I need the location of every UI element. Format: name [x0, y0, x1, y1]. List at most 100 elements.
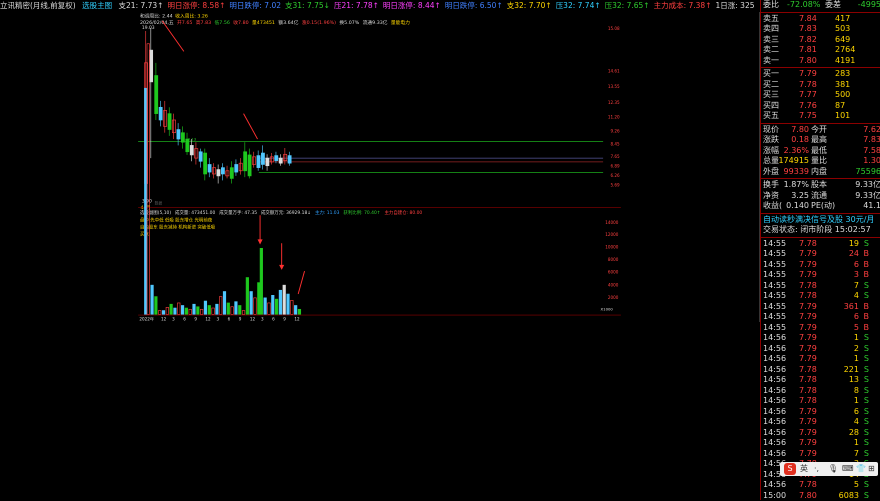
x-axis-tick: 12 [161, 317, 167, 322]
volume-bar [298, 309, 301, 314]
punct-icon[interactable]: ·, [814, 462, 819, 476]
volume-bar [264, 298, 267, 315]
quote-stat: 外盘99339内盘75596 [761, 167, 880, 178]
volume-axis-label: 12000 [605, 232, 618, 237]
quote-stat: 换手1.87%股本9.33亿 [761, 180, 880, 191]
candle-body [190, 145, 193, 155]
indicator-value: 支32: 7.70↑ [507, 1, 552, 10]
tick-row: 14:567.794S [761, 417, 880, 428]
tick-row: 14:557.79361B [761, 302, 880, 313]
volume-bar [158, 311, 161, 315]
ime-logo-icon[interactable]: S [784, 463, 796, 475]
ime-toolbar[interactable]: S 英 ·, 🎙 ⌨ 👕 ⊞ [780, 462, 878, 476]
shirt-icon[interactable]: 👕 [856, 462, 866, 476]
indicator-value: 明日跌停: 6.50↑ [445, 1, 503, 10]
tick-row: 14:567.7928S [761, 428, 880, 439]
volume-bar [260, 248, 263, 314]
quote-stat: 涨跌0.18最高7.83 [761, 135, 880, 146]
quote-stat: 总量174915量比1.30 [761, 156, 880, 167]
volume-bar [287, 294, 290, 314]
volume-bar [193, 304, 196, 314]
candle-body [257, 156, 260, 168]
x-axis-tick: 9 [194, 317, 197, 322]
candle-body [244, 152, 247, 171]
keyboard-icon[interactable]: ⌨ [842, 462, 854, 476]
candle-body [230, 168, 233, 179]
tick-row: 14:557.796B [761, 312, 880, 323]
volume-bar [258, 283, 261, 315]
volume-bar [181, 305, 184, 314]
ask-row: 卖四7.83503 [761, 24, 880, 35]
ime-lang[interactable]: 英 [800, 462, 808, 476]
grid-icon[interactable]: ⊞ [868, 462, 875, 476]
volume-bar [174, 308, 177, 314]
volume-bar [212, 308, 215, 314]
tick-row: 15:007.806083S [761, 491, 880, 501]
quote-stat: 现价7.80今开7.62 [761, 125, 880, 136]
bid-row: 买五7.75101 [761, 111, 880, 122]
volume-bar [279, 290, 282, 314]
bid-row: 买三7.77500 [761, 90, 880, 101]
bid-row: 买二7.78381 [761, 80, 880, 91]
volume-bar [275, 299, 278, 314]
indicator-value: 压32: 7.65↑ [605, 1, 650, 10]
tick-row: 14:557.787S [761, 281, 880, 292]
ask-row: 卖二7.812764 [761, 45, 880, 56]
tick-row: 14:567.785S [761, 480, 880, 491]
candle-body [288, 156, 291, 164]
volume-bar [200, 309, 203, 314]
volume-axis-label: 8000 [608, 257, 619, 262]
volume-bar [155, 297, 158, 315]
stock-title[interactable]: 立讯精密(月线,前复权) [0, 1, 76, 10]
indicator-value: 明日跌停: 7.02 [229, 1, 281, 10]
indicator-value: 支31: 7.75↓ [285, 1, 330, 10]
tick-row: 14:567.7813S [761, 375, 880, 386]
volume-bar [268, 303, 271, 314]
price-axis-label: 11.20 [608, 115, 620, 120]
order-ratio: 委比-72.08%委差-4995 [761, 0, 880, 11]
volume-axis-label: 10000 [605, 244, 618, 249]
indicator-name[interactable]: 选股主图 [82, 1, 112, 10]
indicator-value: 明日涨停: 8.44↑ [383, 1, 441, 10]
price-axis-label: 8.45 [610, 141, 620, 146]
annotation-arrow [244, 114, 258, 139]
high-label: 19.03 [142, 25, 155, 31]
volume-axis-label: 4000 [608, 282, 619, 287]
x-axis-tick: 12 [205, 317, 211, 322]
bid-row: 买一7.79283 [761, 69, 880, 80]
ask-row: 卖一7.804191 [761, 56, 880, 67]
volume-bar [242, 311, 245, 315]
ask-row: 卖五7.84417 [761, 14, 880, 25]
candle-body [221, 168, 224, 174]
indicator-value: 压21: 7.78↑ [334, 1, 379, 10]
volume-bar [246, 278, 249, 315]
trading-status: 交易状态: 闭市阶段 15:02:57 [761, 225, 880, 236]
candle-body [226, 171, 229, 176]
candle-body [150, 50, 153, 82]
x-axis-tick: 9 [283, 317, 286, 322]
watermark: 数据 [155, 200, 163, 205]
notice-banner: 自动读秒满决信号及股 30元/月 [761, 215, 880, 226]
volume-bar [144, 88, 147, 314]
candle-body [168, 114, 171, 130]
x-axis-tick: 9 [239, 317, 242, 322]
x-axis-tick: 6 [228, 317, 231, 322]
tick-row: 14:567.788S [761, 386, 880, 397]
volume-bar [254, 298, 257, 315]
price-axis-label: 5.69 [610, 183, 620, 188]
price-axis-label: 15.08 [608, 26, 620, 31]
mic-icon[interactable]: 🎙 [828, 462, 838, 476]
candle-body [217, 170, 220, 176]
volume-bar [166, 307, 169, 314]
candle-body [261, 153, 264, 164]
tick-row: 14:557.7924B [761, 249, 880, 260]
x-axis-tick: 3 [261, 317, 264, 322]
volume-bar [219, 297, 222, 315]
kline-chart[interactable]: 和调周比: 2.44收入周比: 3.26 2026/02/04,五 开7.65 … [0, 12, 760, 322]
price-axis-label: 6.26 [610, 173, 620, 178]
candle-body [195, 149, 198, 159]
volume-bar [272, 295, 275, 314]
candle-body [155, 76, 158, 114]
x-axis-year: 2022年 [139, 316, 154, 322]
x-axis-tick: 3 [172, 317, 175, 322]
